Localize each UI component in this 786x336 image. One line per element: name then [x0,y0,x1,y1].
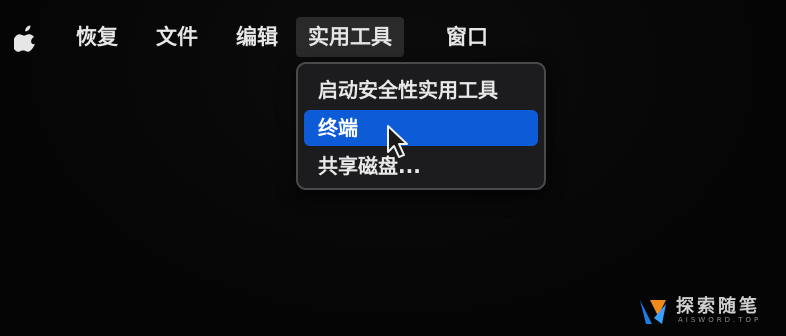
watermark-subtext: AISWORD.TOP [678,316,762,324]
watermark-logo-icon [640,300,666,324]
menu-recovery[interactable]: 恢复 [76,17,118,57]
menu-file[interactable]: 文件 [156,17,198,57]
menu-item-share-disk[interactable]: 共享磁盘... [304,148,538,184]
menu-item-terminal[interactable]: 终端 [304,110,538,146]
menu-utilities[interactable]: 实用工具 [296,17,404,57]
mouse-pointer-icon [387,125,408,158]
watermark-text: 探索随笔 [676,296,760,317]
watermark: 探索随笔 AISWORD.TOP [636,292,782,332]
menu-edit[interactable]: 编辑 [236,17,278,57]
screen: 恢复 文件 编辑 实用工具 窗口 启动安全性实用工具 终端 共享磁盘... 探索… [0,0,786,336]
menu-window[interactable]: 窗口 [446,17,488,57]
apple-logo-icon[interactable] [14,24,38,52]
menu-item-startup-security-utility[interactable]: 启动安全性实用工具 [304,72,538,108]
utilities-dropdown-menu: 启动安全性实用工具 终端 共享磁盘... [296,62,546,190]
